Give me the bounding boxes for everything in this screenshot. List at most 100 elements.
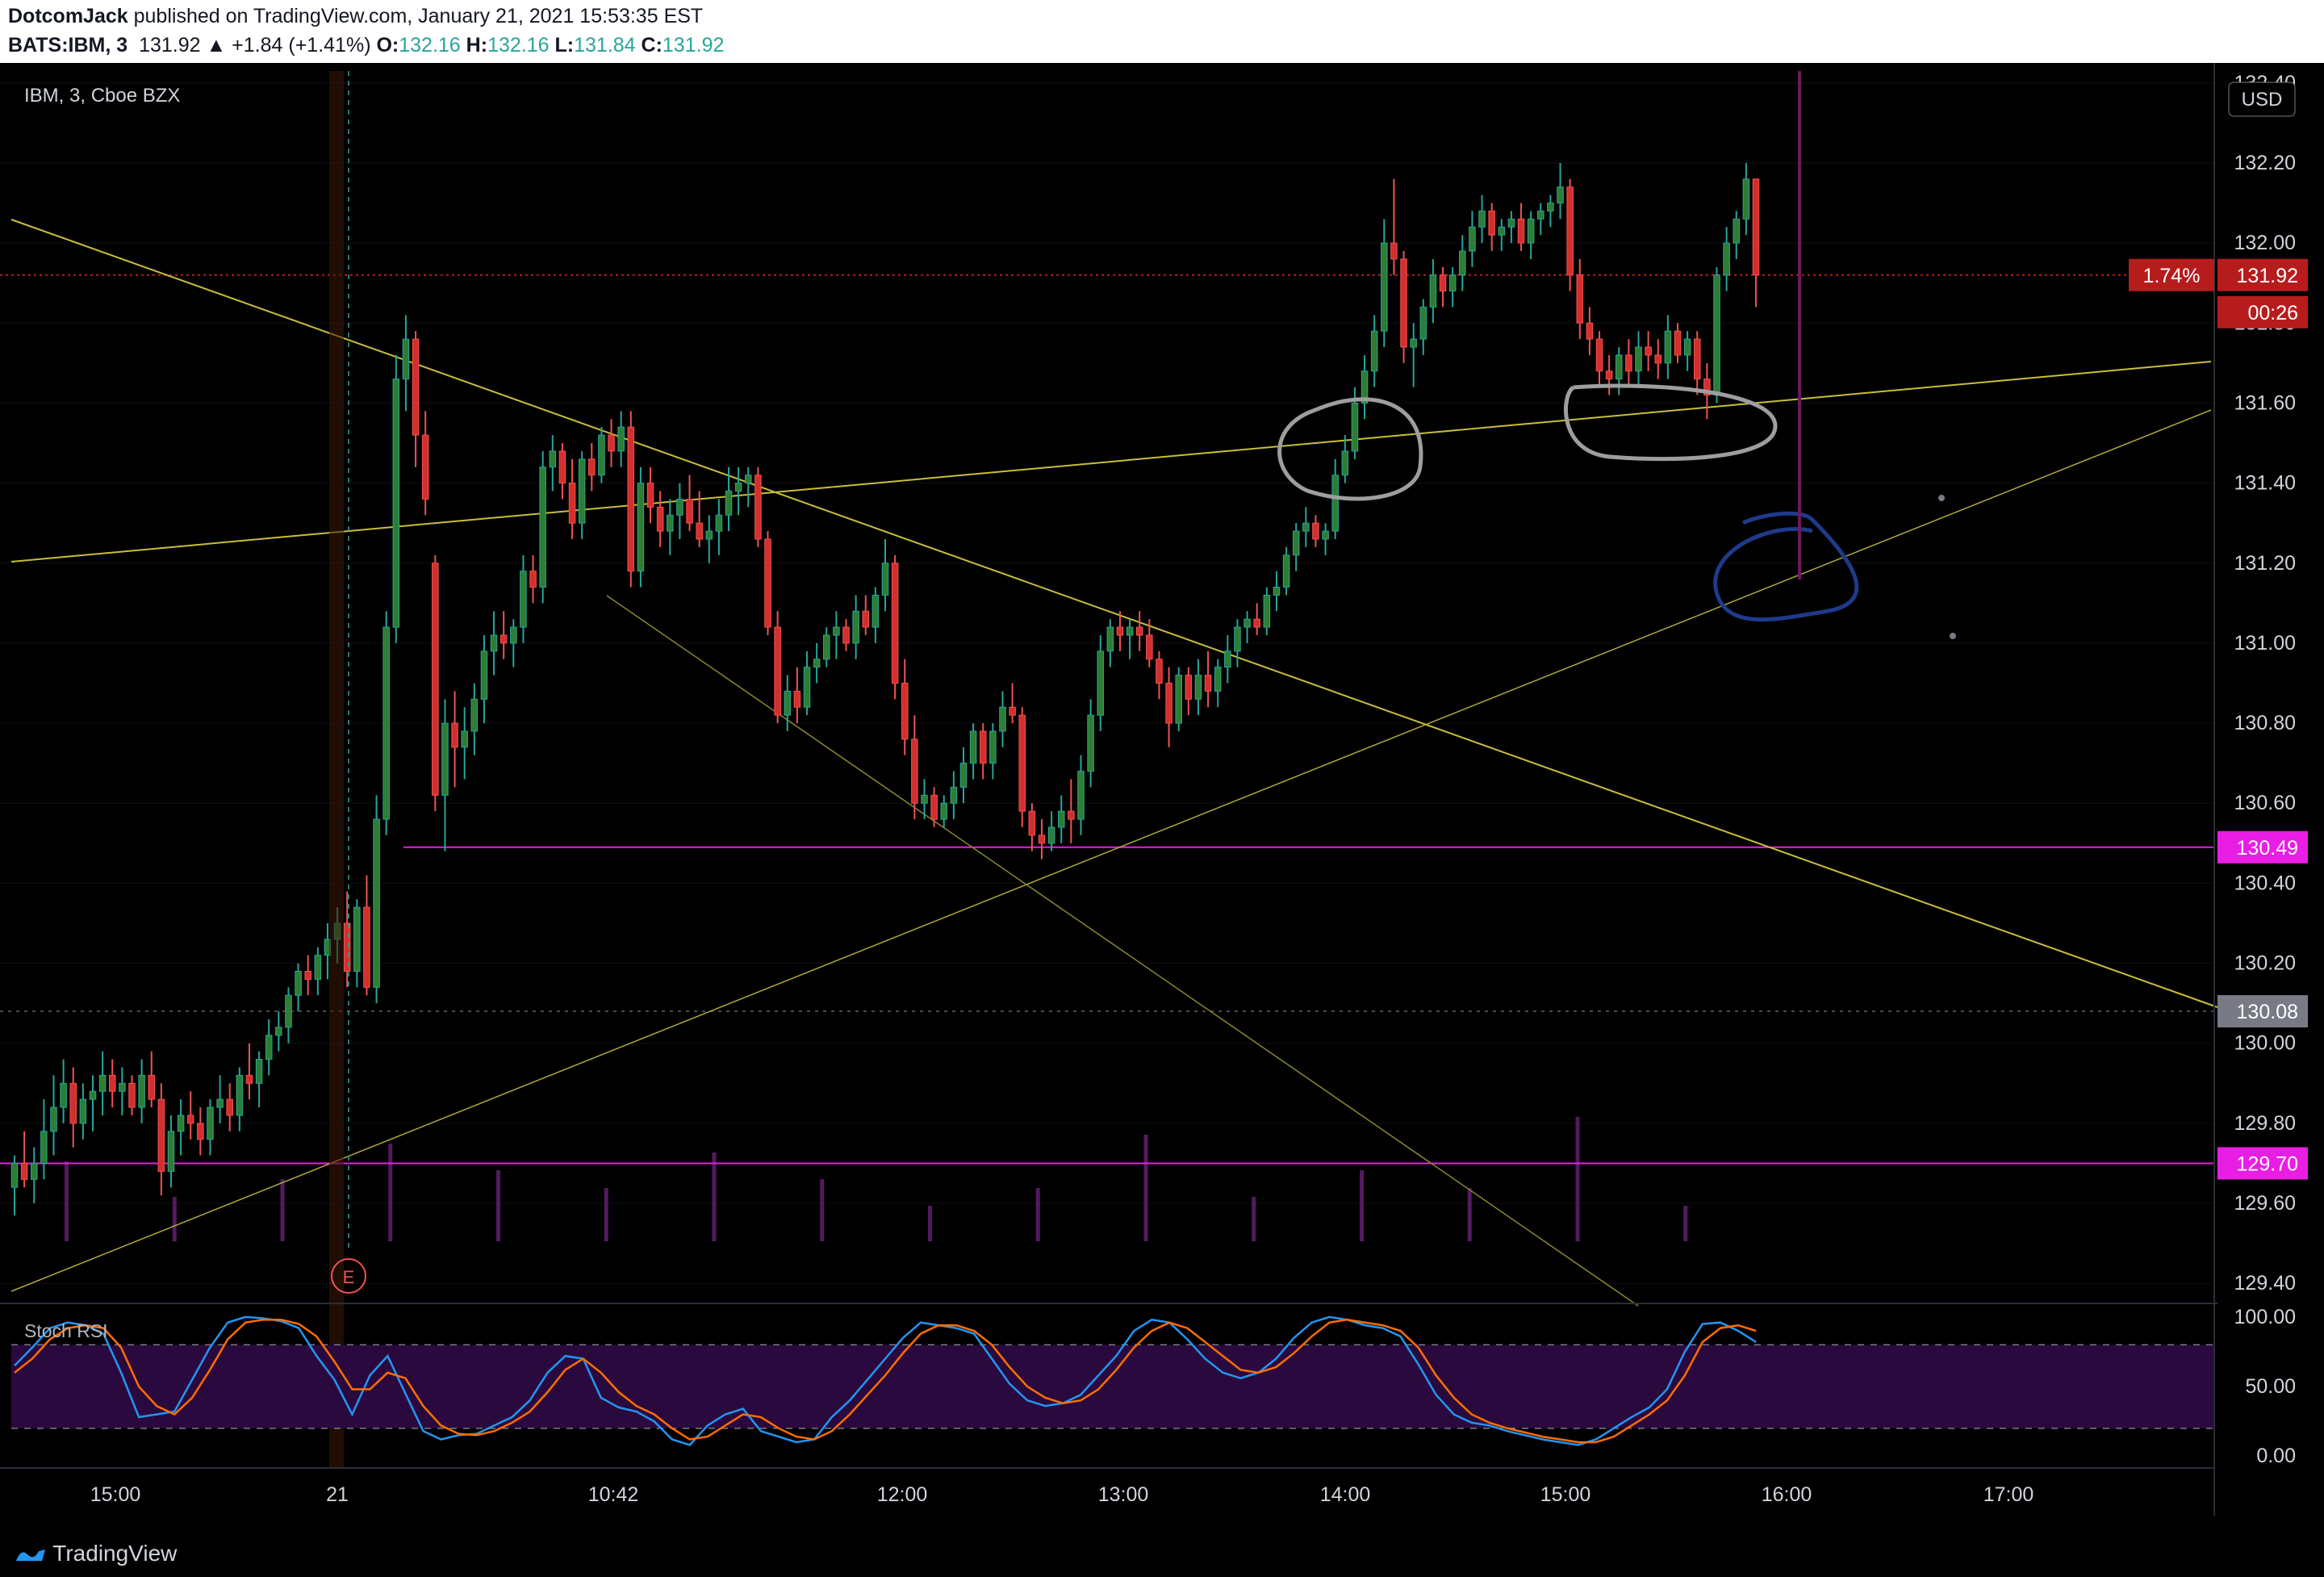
candle-body[interactable] [813,659,821,668]
candle-body[interactable] [1097,650,1104,716]
candle-body[interactable] [10,1162,19,1188]
candle-body[interactable] [98,1074,107,1092]
circle-annotation-3[interactable] [1713,511,1859,622]
candle-body[interactable] [520,571,527,628]
candle-body[interactable] [50,1106,57,1132]
candle-body[interactable] [539,466,546,588]
candle-body[interactable] [1517,218,1525,244]
candle-body[interactable] [842,626,850,644]
candle-body[interactable] [881,563,889,596]
candle-body[interactable] [891,563,899,684]
candle-body[interactable] [823,634,830,660]
candle-body[interactable] [696,522,703,540]
candle-body[interactable] [1253,618,1260,628]
candle-body[interactable] [373,818,380,988]
candle-body[interactable] [1244,618,1251,628]
candle-body[interactable] [1498,226,1506,236]
candle-body[interactable] [1488,210,1495,236]
candle-body[interactable] [1185,675,1193,700]
candle-body[interactable] [1351,402,1359,452]
candle-body[interactable] [108,1074,116,1092]
indicator-title[interactable]: Stoch RSI [24,1320,108,1341]
candle-body[interactable] [656,506,664,532]
candle-body[interactable] [470,698,479,732]
candle-body[interactable] [304,970,311,980]
candle-body[interactable] [1439,274,1447,292]
candle-body[interactable] [1694,338,1701,380]
candle-body[interactable] [911,738,918,804]
candle-body[interactable] [480,650,488,700]
candle-body[interactable] [402,338,410,380]
candle-body[interactable] [754,475,762,540]
candle-body[interactable] [558,450,566,484]
candle-body[interactable] [197,1123,204,1140]
candle-body[interactable] [1057,810,1065,828]
candle-body[interactable] [1723,242,1730,276]
candle-body[interactable] [627,426,635,572]
candle-body[interactable] [1116,626,1124,636]
candle-body[interactable] [1654,354,1662,364]
candle-body[interactable] [715,514,723,532]
candle-body[interactable] [1028,810,1036,836]
candle-body[interactable] [1263,594,1271,628]
candle-body[interactable] [1214,667,1222,692]
candle-body[interactable] [1224,650,1231,668]
candle-body[interactable] [1742,178,1750,220]
candle-body[interactable] [1126,626,1134,636]
candle-body[interactable] [578,458,586,524]
candle-body[interactable] [1322,530,1329,540]
candle-body[interactable] [1331,475,1339,532]
candle-body[interactable] [608,434,615,452]
candle-body[interactable] [803,667,811,708]
candle-body[interactable] [598,434,605,476]
candle-body[interactable] [646,483,654,508]
candle-body[interactable] [1282,554,1290,588]
candle-body[interactable] [1605,370,1613,380]
candle-body[interactable] [1557,186,1564,204]
candle-body[interactable] [1018,714,1026,812]
candle-body[interactable] [1733,218,1741,244]
candle-body[interactable] [1429,274,1437,307]
candle-body[interactable] [421,434,429,500]
candle-body[interactable] [617,426,625,452]
candle-body[interactable] [1595,338,1603,372]
candle-body[interactable] [1664,330,1672,364]
candle-body[interactable] [950,786,958,804]
candle-body[interactable] [774,626,781,716]
candle-body[interactable] [1635,346,1642,372]
candle-body[interactable] [725,491,733,516]
candle-body[interactable] [784,690,792,716]
candle-body[interactable] [637,483,645,572]
candle-body[interactable] [1204,675,1212,692]
candle-body[interactable] [1156,659,1163,684]
candle-body[interactable] [138,1074,145,1108]
candle-body[interactable] [226,1098,233,1116]
candle-body[interactable] [1106,626,1114,652]
candle-body[interactable] [745,475,752,484]
candle-body[interactable] [1586,322,1594,340]
candle-body[interactable] [363,906,370,988]
candle-body[interactable] [1370,330,1378,372]
candle-body[interactable] [441,722,449,796]
candle-body[interactable] [1341,450,1349,476]
candle-body[interactable] [1400,258,1407,348]
author-name[interactable]: DotcomJack [8,5,128,27]
candle-body[interactable] [499,634,508,644]
candle-body[interactable] [343,922,351,972]
candle-body[interactable] [148,1074,155,1100]
candle-body[interactable] [1234,626,1241,652]
candle-body[interactable] [676,498,683,516]
candle-body[interactable] [1038,835,1046,844]
candle-body[interactable] [79,1098,87,1124]
candle-body[interactable] [1478,210,1486,228]
candle-body[interactable] [1683,338,1691,356]
candle-body[interactable] [930,794,938,820]
candle-body[interactable] [412,338,420,436]
candle-body[interactable] [1009,706,1016,716]
candle-body[interactable] [1713,274,1720,396]
candle-body[interactable] [451,722,458,748]
candle-body[interactable] [959,763,968,788]
candle-body[interactable] [999,706,1006,732]
candle-body[interactable] [1194,675,1202,700]
candle-body[interactable] [285,994,292,1028]
